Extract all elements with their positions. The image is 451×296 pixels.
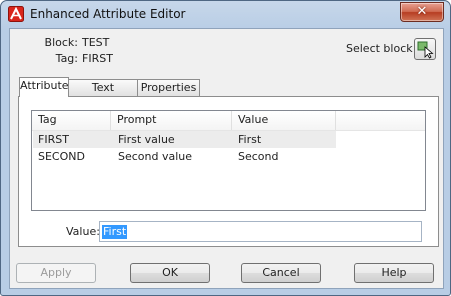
row-prompt: First value — [118, 133, 175, 146]
close-icon: ✕ — [416, 4, 428, 19]
tab-properties[interactable]: Properties — [137, 79, 200, 96]
dialog-body: Block: TEST Tag: FIRST Select block Attr… — [9, 28, 444, 289]
row-value: Second — [238, 150, 279, 163]
value-input[interactable]: First — [99, 221, 422, 242]
cancel-button[interactable]: Cancel — [241, 263, 321, 283]
block-name: TEST — [82, 36, 110, 49]
table-row[interactable]: FIRST First value First — [33, 131, 336, 148]
tag-label: Tag: — [55, 52, 78, 65]
ok-button[interactable]: OK — [130, 263, 210, 283]
select-block-icon — [417, 41, 434, 59]
row-prompt: Second value — [118, 150, 193, 163]
column-header-prompt[interactable]: Prompt — [111, 111, 232, 130]
apply-button[interactable]: Apply — [16, 263, 96, 283]
select-block-label: Select block — [346, 42, 413, 55]
value-label: Value: — [66, 225, 100, 238]
select-block-button[interactable] — [414, 38, 436, 60]
column-header-tag[interactable]: Tag — [32, 111, 111, 130]
tag-name: FIRST — [82, 52, 113, 65]
help-button[interactable]: Help — [354, 263, 434, 283]
row-tag: SECOND — [38, 150, 85, 163]
tab-attribute[interactable]: Attribute — [19, 77, 69, 97]
list-header: Tag Prompt Value — [32, 111, 425, 131]
row-tag: FIRST — [38, 133, 69, 146]
attribute-list[interactable]: Tag Prompt Value FIRST First value First… — [31, 110, 426, 211]
row-value: First — [238, 133, 262, 146]
dialog-window: Enhanced Attribute Editor ✕ Block: TEST … — [0, 0, 451, 296]
table-row[interactable]: SECOND Second value Second — [33, 148, 336, 165]
close-button[interactable]: ✕ — [400, 2, 444, 22]
value-input-text: First — [102, 225, 128, 239]
title-bar[interactable]: Enhanced Attribute Editor ✕ — [1, 1, 450, 27]
autocad-app-icon — [8, 6, 24, 22]
window-title: Enhanced Attribute Editor — [30, 7, 186, 21]
column-header-value[interactable]: Value — [232, 111, 336, 130]
tab-text-options[interactable]: Text Options — [68, 79, 138, 110]
block-label: Block: — [44, 36, 78, 49]
